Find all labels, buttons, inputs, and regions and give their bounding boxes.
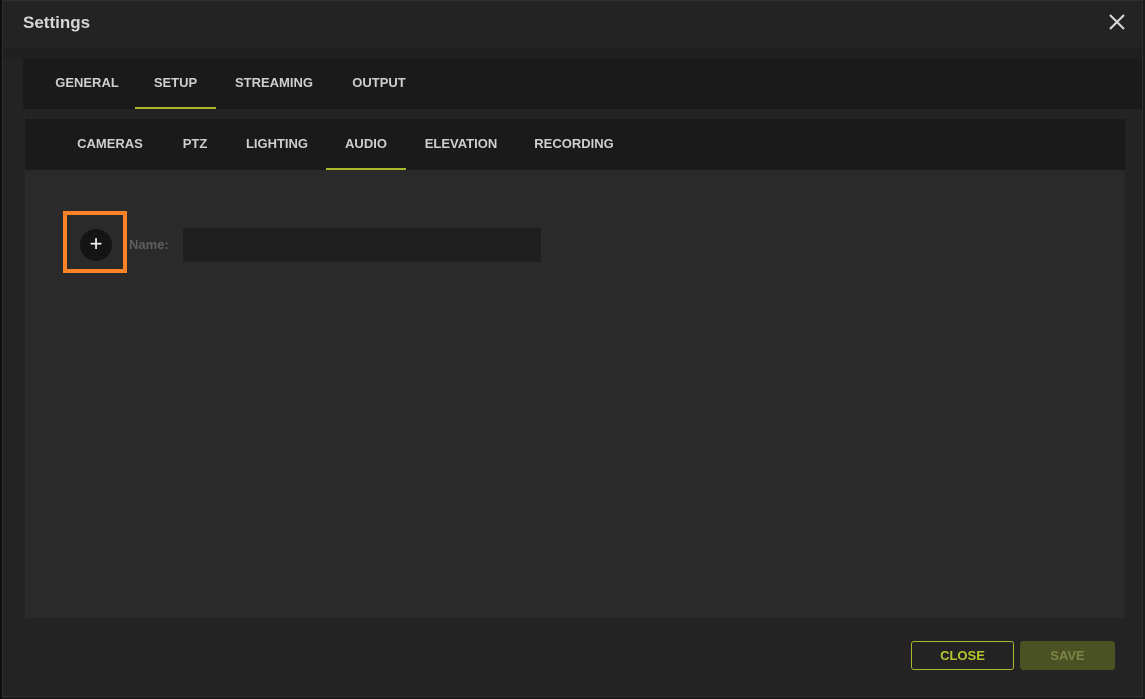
title-divider	[3, 47, 1142, 59]
tab-streaming[interactable]: STREAMING	[221, 59, 327, 109]
main-tab-bar: GENERAL SETUP STREAMING OUTPUT	[23, 59, 1142, 109]
sub-tab-recording[interactable]: RECORDING	[523, 119, 625, 170]
sub-tab-elevation[interactable]: ELEVATION	[413, 119, 509, 170]
sub-tab-lighting[interactable]: LIGHTING	[233, 119, 321, 170]
add-audio-button[interactable]: +	[80, 229, 112, 261]
sub-tab-ptz[interactable]: PTZ	[169, 119, 221, 170]
tab-output[interactable]: OUTPUT	[336, 59, 422, 109]
sub-tab-audio[interactable]: AUDIO	[326, 119, 406, 170]
close-icon[interactable]	[1104, 9, 1130, 35]
name-input[interactable]	[183, 228, 541, 262]
sub-tab-bar: CAMERAS PTZ LIGHTING AUDIO ELEVATION REC…	[25, 119, 1125, 170]
sub-tab-cameras[interactable]: CAMERAS	[61, 119, 159, 170]
save-button[interactable]: SAVE	[1020, 641, 1115, 670]
title-bar: Settings	[3, 1, 1142, 47]
name-label: Name:	[129, 237, 169, 252]
tab-general[interactable]: GENERAL	[37, 59, 137, 109]
dialog-title: Settings	[23, 13, 91, 32]
setup-panel: CAMERAS PTZ LIGHTING AUDIO ELEVATION REC…	[25, 119, 1125, 618]
settings-dialog: Settings GENERAL SETUP STREAMING OUTPUT …	[2, 0, 1143, 697]
close-button[interactable]: CLOSE	[911, 641, 1014, 670]
tab-setup[interactable]: SETUP	[135, 59, 216, 109]
plus-icon: +	[89, 231, 103, 256]
